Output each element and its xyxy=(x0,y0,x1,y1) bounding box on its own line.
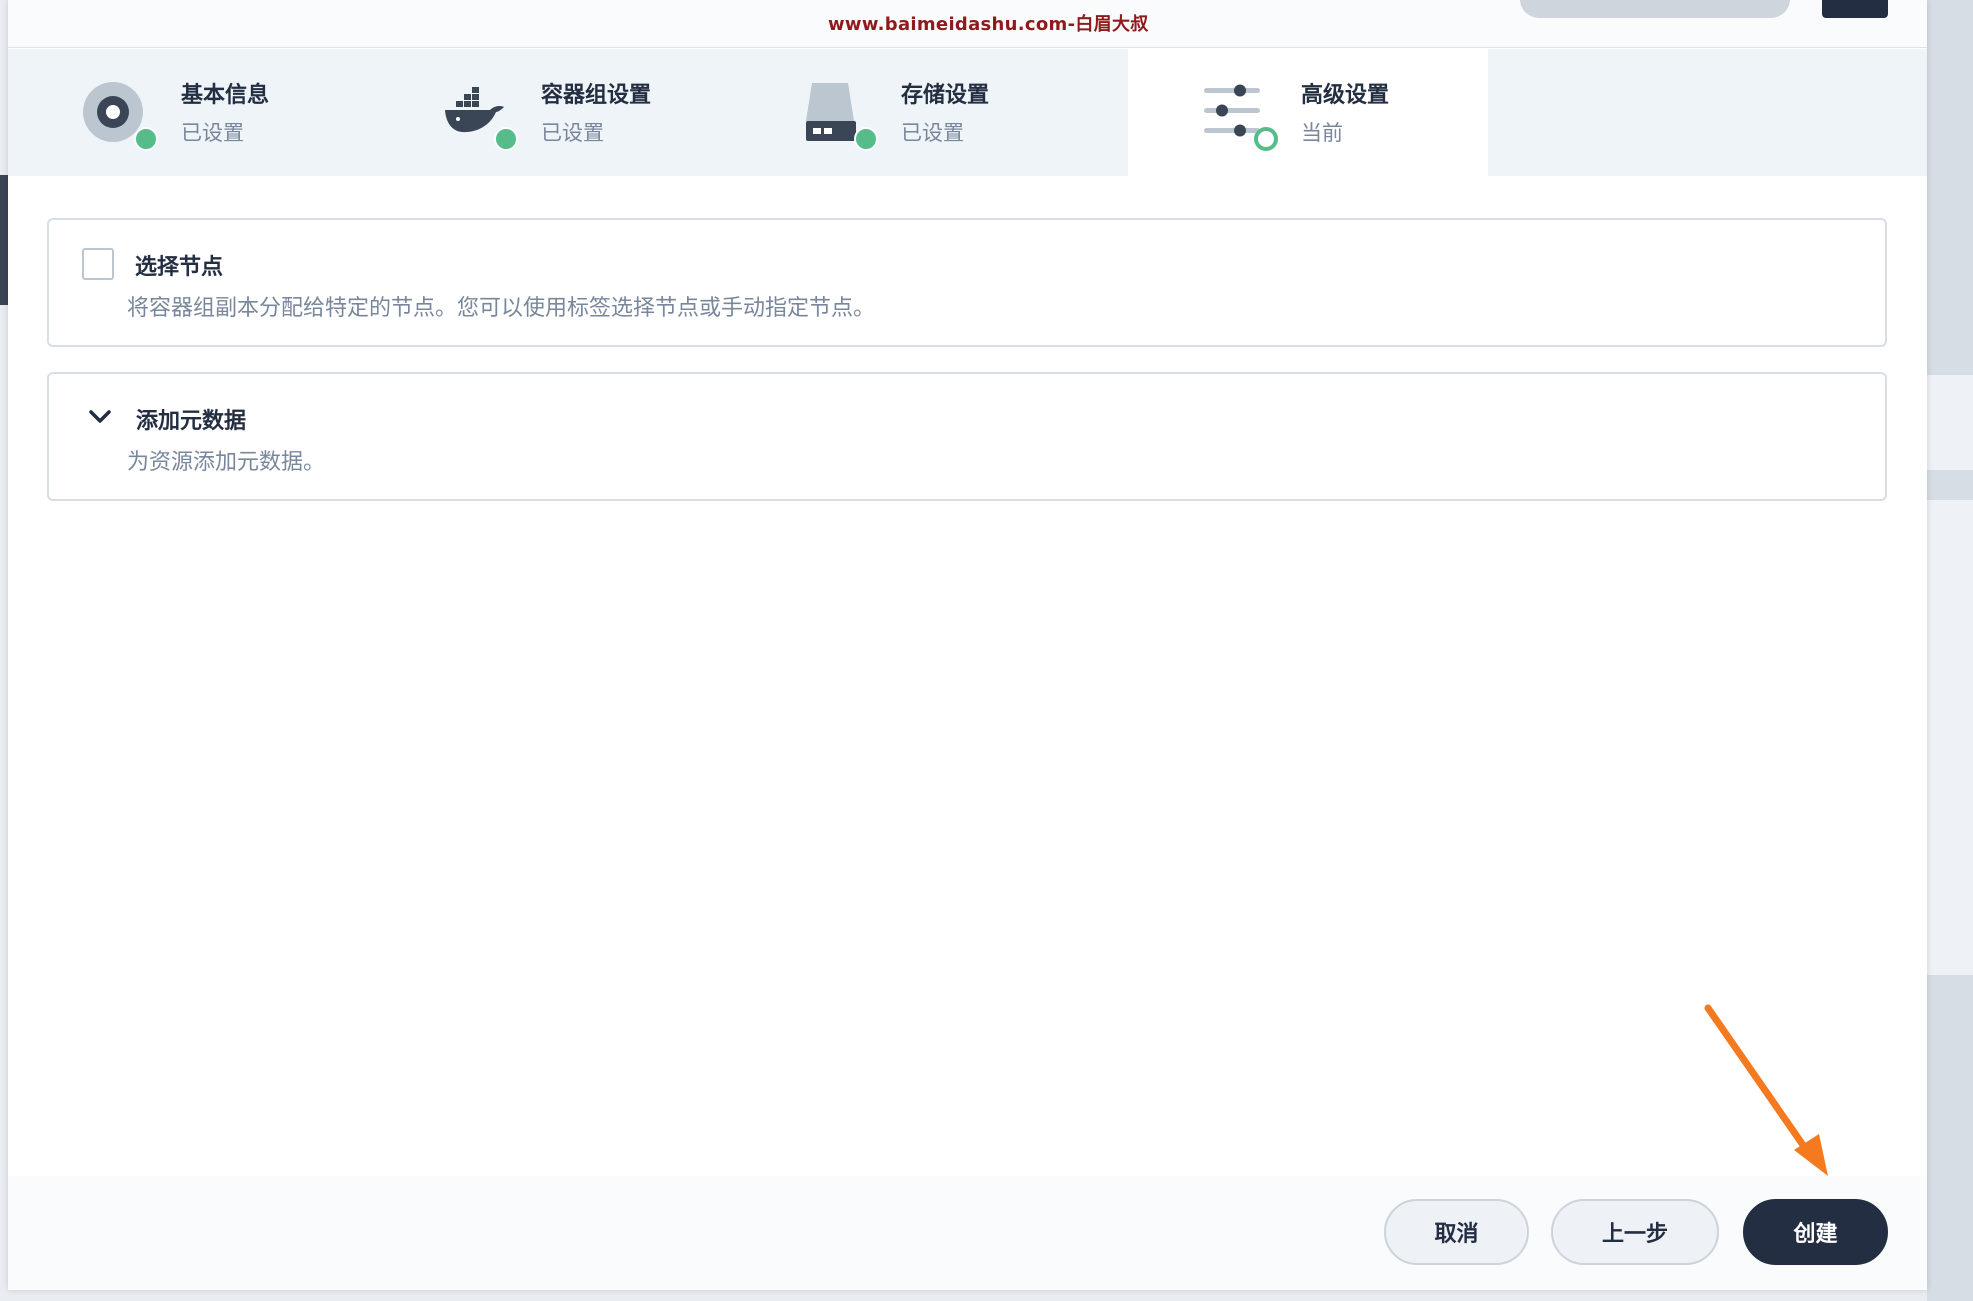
card-description: 将容器组副本分配给特定的节点。您可以使用标签选择节点或手动指定节点。 xyxy=(127,296,876,321)
create-button[interactable]: 创建 xyxy=(1743,1199,1888,1265)
header-close-button[interactable] xyxy=(1822,0,1888,18)
cancel-button[interactable]: 取消 xyxy=(1384,1199,1529,1265)
step-title: 高级设置 xyxy=(1301,83,1390,108)
watermark-text: www.baimeidashu.com-白眉大叔 xyxy=(828,14,1149,35)
node-selection-checkbox[interactable] xyxy=(82,248,114,280)
step-title: 基本信息 xyxy=(181,83,270,108)
status-done-icon xyxy=(134,127,158,151)
status-done-icon xyxy=(494,127,518,151)
create-workload-dialog: www.baimeidashu.com-白眉大叔 基本信息 已设置 容器组设置 … xyxy=(8,0,1927,1290)
step-title: 存储设置 xyxy=(901,83,990,108)
step-status: 已设置 xyxy=(181,121,244,145)
step-status: 当前 xyxy=(1301,121,1343,145)
screen: www.baimeidashu.com-白眉大叔 基本信息 已设置 容器组设置 … xyxy=(0,0,1973,1301)
background-app-edge xyxy=(0,175,8,305)
background-app-edge-right xyxy=(1927,0,1973,1301)
step-status: 已设置 xyxy=(901,121,964,145)
status-done-icon xyxy=(854,127,878,151)
step-title: 容器组设置 xyxy=(541,83,652,108)
wizard-steps: 基本信息 已设置 容器组设置 已设置 存储设置 已设置 高级设置 当前 xyxy=(8,49,1927,176)
node-selection-card: 选择节点 将容器组副本分配给特定的节点。您可以使用标签选择节点或手动指定节点。 xyxy=(47,218,1887,347)
status-current-icon xyxy=(1254,127,1278,151)
dialog-footer: 取消 上一步 创建 xyxy=(8,1176,1927,1290)
card-title: 选择节点 xyxy=(135,255,224,280)
step-advanced-settings[interactable]: 高级设置 当前 xyxy=(1128,49,1488,176)
header-search-pill[interactable] xyxy=(1520,0,1790,18)
card-description: 为资源添加元数据。 xyxy=(127,450,326,475)
step-status: 已设置 xyxy=(541,121,604,145)
card-title: 添加元数据 xyxy=(136,409,247,434)
step-basic-info[interactable]: 基本信息 已设置 xyxy=(8,49,368,176)
previous-button[interactable]: 上一步 xyxy=(1551,1199,1719,1265)
step-storage-settings[interactable]: 存储设置 已设置 xyxy=(728,49,1088,176)
dialog-header: www.baimeidashu.com-白眉大叔 xyxy=(8,0,1927,48)
metadata-card[interactable]: 添加元数据 为资源添加元数据。 xyxy=(47,372,1887,501)
chevron-down-icon[interactable] xyxy=(85,402,115,432)
step-pod-settings[interactable]: 容器组设置 已设置 xyxy=(368,49,728,176)
annotation-arrow-icon xyxy=(1704,1004,1828,1176)
